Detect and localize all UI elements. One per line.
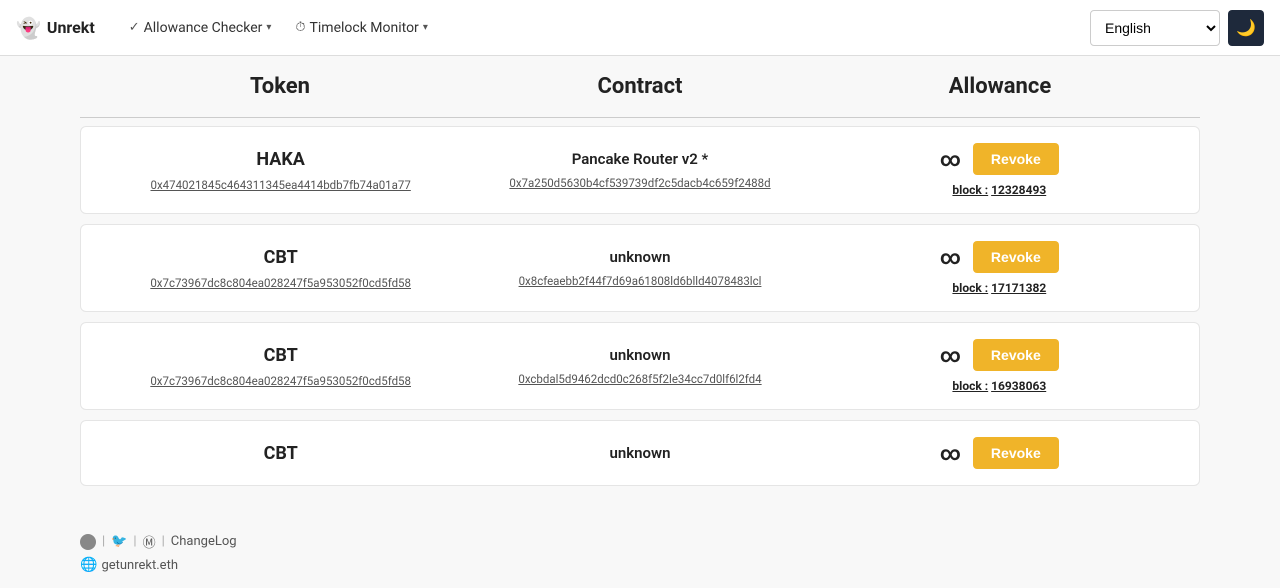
globe-icon: 🌐 bbox=[80, 557, 97, 573]
token-address-3[interactable]: 0x7c73967dc8c804ea028247f5a953052f0cd5fd… bbox=[150, 374, 411, 388]
main-content: HAKA 0x474021845c464311345ea4414bdb7fb74… bbox=[0, 118, 1280, 520]
revoke-button-1[interactable]: Revoke bbox=[973, 143, 1059, 175]
token-name-2: CBT bbox=[264, 247, 298, 268]
header-token: Token bbox=[100, 74, 460, 99]
ghost-icon: 👻 bbox=[16, 16, 41, 40]
token-cell-4: CBT bbox=[101, 443, 460, 464]
nav-items: ✓ Allowance Checker ▾ ⏱ Timelock Monitor… bbox=[119, 14, 1090, 42]
nav-timelock-monitor[interactable]: ⏱ Timelock Monitor ▾ bbox=[285, 14, 437, 42]
allowance-row-3: ∞ Revoke bbox=[940, 339, 1059, 371]
brand-eth-label: getunrekt.eth bbox=[101, 558, 178, 573]
navbar: 👻 Unrekt ✓ Allowance Checker ▾ ⏱ Timeloc… bbox=[0, 0, 1280, 56]
contract-cell-1: Pancake Router v2 * 0x7a250d5630b4cf5397… bbox=[460, 150, 819, 190]
separator-3: | bbox=[162, 534, 165, 549]
medium-link[interactable]: Ⓜ bbox=[143, 532, 156, 551]
token-cell-3: CBT 0x7c73967dc8c804ea028247f5a953052f0c… bbox=[101, 345, 460, 388]
token-name-1: HAKA bbox=[256, 149, 305, 170]
token-cell-2: CBT 0x7c73967dc8c804ea028247f5a953052f0c… bbox=[101, 247, 460, 290]
allowance-row-2: ∞ Revoke bbox=[940, 241, 1059, 273]
contract-cell-4: unknown bbox=[460, 444, 819, 462]
revoke-button-4[interactable]: Revoke bbox=[973, 437, 1059, 469]
separator-1: | bbox=[102, 534, 105, 549]
allowance-value-1: ∞ bbox=[940, 147, 961, 171]
language-select[interactable]: English 中文 Español Français Deutsch bbox=[1090, 10, 1220, 46]
changelog-link[interactable]: ChangeLog bbox=[171, 534, 237, 549]
contract-address-2[interactable]: 0x8cfeaebb2f44f7d69a61808ld6blld4078483l… bbox=[519, 274, 762, 288]
checkmark-icon: ✓ bbox=[129, 20, 140, 35]
block-info-2: block : 17171382 bbox=[952, 281, 1046, 295]
block-label-1: block : bbox=[952, 183, 988, 197]
timelock-monitor-label: Timelock Monitor bbox=[310, 20, 419, 36]
allowance-row-1: ∞ Revoke bbox=[940, 143, 1059, 175]
block-number-2: 17171382 bbox=[991, 281, 1046, 295]
block-number-1: 12328493 bbox=[991, 183, 1046, 197]
allowance-checker-label: Allowance Checker bbox=[144, 20, 263, 36]
revoke-button-3[interactable]: Revoke bbox=[973, 339, 1059, 371]
header-allowance: Allowance bbox=[820, 74, 1180, 99]
nav-right: English 中文 Español Français Deutsch 🌙 bbox=[1090, 10, 1264, 46]
allowance-cell-3: ∞ Revoke block : 16938063 bbox=[820, 339, 1179, 393]
allowance-chevron-icon: ▾ bbox=[266, 22, 271, 33]
revoke-button-2[interactable]: Revoke bbox=[973, 241, 1059, 273]
timelock-chevron-icon: ▾ bbox=[423, 22, 428, 33]
brand-logo[interactable]: 👻 Unrekt bbox=[16, 16, 95, 40]
footer: | 🐦 | Ⓜ | ChangeLog 🌐 getunrekt.eth bbox=[0, 520, 1280, 581]
contract-address-3[interactable]: 0xcbdal5d9462dcd0c268f5f2le34cc7d0lf6l2f… bbox=[518, 372, 761, 386]
token-address-1[interactable]: 0x474021845c464311345ea4414bdb7fb74a01a7… bbox=[150, 178, 410, 192]
footer-brand: 🌐 getunrekt.eth bbox=[80, 557, 1200, 573]
block-label-2: block : bbox=[952, 281, 988, 295]
footer-links: | 🐦 | Ⓜ | ChangeLog bbox=[80, 532, 1200, 551]
allowance-cell-1: ∞ Revoke block : 12328493 bbox=[820, 143, 1179, 197]
separator-2: | bbox=[133, 534, 136, 549]
allowance-value-3: ∞ bbox=[940, 343, 961, 367]
table-row: CBT unknown ∞ Revoke bbox=[80, 420, 1200, 486]
brand-name: Unrekt bbox=[47, 18, 95, 37]
contract-name-4: unknown bbox=[609, 444, 670, 462]
block-label-3: block : bbox=[952, 379, 988, 393]
allowance-cell-4: ∞ Revoke bbox=[820, 437, 1179, 469]
header-contract: Contract bbox=[460, 74, 820, 99]
block-info-1: block : 12328493 bbox=[952, 183, 1046, 197]
allowance-value-4: ∞ bbox=[940, 441, 961, 465]
table-row: HAKA 0x474021845c464311345ea4414bdb7fb74… bbox=[80, 126, 1200, 214]
token-cell-1: HAKA 0x474021845c464311345ea4414bdb7fb74… bbox=[101, 149, 460, 192]
token-address-2[interactable]: 0x7c73967dc8c804ea028247f5a953052f0cd5fd… bbox=[150, 276, 411, 290]
block-number-3: 16938063 bbox=[991, 379, 1046, 393]
token-name-3: CBT bbox=[264, 345, 298, 366]
token-name-4: CBT bbox=[264, 443, 298, 464]
contract-cell-2: unknown 0x8cfeaebb2f44f7d69a61808ld6blld… bbox=[460, 248, 819, 288]
dark-mode-toggle[interactable]: 🌙 bbox=[1228, 10, 1264, 46]
nav-allowance-checker[interactable]: ✓ Allowance Checker ▾ bbox=[119, 14, 282, 42]
table-row: CBT 0x7c73967dc8c804ea028247f5a953052f0c… bbox=[80, 322, 1200, 410]
allowance-cell-2: ∞ Revoke block : 17171382 bbox=[820, 241, 1179, 295]
block-info-3: block : 16938063 bbox=[952, 379, 1046, 393]
contract-address-1[interactable]: 0x7a250d5630b4cf539739df2c5dacb4c659f248… bbox=[509, 176, 770, 190]
allowance-row-4: ∞ Revoke bbox=[940, 437, 1059, 469]
contract-name-3: unknown bbox=[609, 346, 670, 364]
allowance-value-2: ∞ bbox=[940, 245, 961, 269]
table-header: Token Contract Allowance bbox=[0, 56, 1280, 117]
contract-name-1: Pancake Router v2 * bbox=[572, 150, 709, 168]
table-row: CBT 0x7c73967dc8c804ea028247f5a953052f0c… bbox=[80, 224, 1200, 312]
twitter-link[interactable]: 🐦 bbox=[111, 534, 127, 549]
clock-icon: ⏱ bbox=[295, 20, 305, 35]
contract-cell-3: unknown 0xcbdal5d9462dcd0c268f5f2le34cc7… bbox=[460, 346, 819, 386]
contract-name-2: unknown bbox=[609, 248, 670, 266]
discord-icon bbox=[80, 534, 96, 550]
